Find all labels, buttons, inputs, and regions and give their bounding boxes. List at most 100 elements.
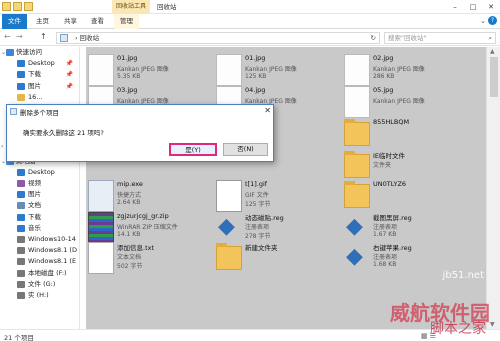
dialog-close-button[interactable]: ✕ — [264, 106, 271, 115]
file-thumbnail — [88, 54, 114, 86]
forward-button[interactable]: → — [16, 32, 23, 41]
search-placeholder: 搜索"回收站" — [388, 34, 427, 42]
recycle-bin-tools-tab[interactable]: 回收站工具 — [112, 0, 150, 14]
nav-item[interactable]: 图片 — [0, 189, 79, 200]
file-name: 右键苹果.reg — [373, 244, 412, 252]
minimize-button[interactable]: – — [446, 0, 464, 14]
drive-icon — [17, 258, 25, 266]
file-item[interactable]: 新建文件夹 — [214, 240, 339, 276]
file-name: UN0TLYZ6 — [373, 180, 407, 188]
nav-item[interactable]: 音乐 — [0, 223, 79, 234]
tab-share[interactable]: 共享 — [58, 14, 83, 29]
nav-item[interactable]: 文件 (G:) — [0, 279, 79, 290]
nav-item[interactable]: 图片 📌 — [0, 81, 79, 92]
file-size: 125 字节 — [245, 201, 271, 208]
desktop-icon — [17, 168, 25, 176]
file-item[interactable]: 02.jpg Kankan JPEG 图像 286 KB — [342, 52, 467, 88]
scroll-down-icon[interactable]: ▼ — [490, 321, 495, 328]
scroll-thumb[interactable] — [490, 57, 498, 97]
file-name: 03.jpg — [117, 86, 138, 94]
nav-item[interactable]: 实 (H:) — [0, 290, 79, 301]
pin-icon: 📌 — [65, 71, 73, 79]
nav-item[interactable]: ⌄ 快速访问 — [0, 47, 79, 58]
qat-dropdown-icon[interactable] — [24, 2, 33, 11]
help-icon[interactable]: ? — [488, 16, 497, 25]
tab-view[interactable]: 查看 — [85, 14, 110, 29]
no-button[interactable]: 否(N) — [223, 143, 268, 156]
nav-item[interactable]: Windows8.1 (E — [0, 256, 79, 267]
file-type: Kankan JPEG 图像 — [245, 66, 297, 73]
refresh-icon[interactable]: ↻ — [371, 33, 376, 44]
star-icon — [6, 49, 14, 56]
folder-icon — [344, 151, 370, 178]
download-icon — [17, 213, 25, 221]
nav-item[interactable]: 本地磁盘 (F:) — [0, 268, 79, 279]
nav-item-label: Windows8.1 (D — [28, 246, 77, 255]
file-name: 04.jpg — [245, 86, 266, 94]
yes-button[interactable]: 是(Y) — [169, 143, 217, 156]
up-button[interactable]: ↑ — [40, 32, 47, 41]
nav-item[interactable]: 视频 — [0, 178, 79, 189]
vertical-scrollbar[interactable]: ▲ ▼ — [486, 47, 500, 329]
file-size: 1.68 KB — [373, 261, 397, 268]
file-item[interactable]: 05.jpg Kankan JPEG 图像 — [342, 84, 467, 120]
file-name: 855HLBQM — [373, 118, 410, 126]
tab-file[interactable]: 文件 — [2, 14, 27, 29]
pictures-icon — [17, 82, 25, 90]
nav-item[interactable]: 下载 — [0, 212, 79, 223]
window-title: 回收站 — [157, 3, 177, 11]
file-thumbnail — [344, 86, 370, 118]
nav-item[interactable]: 下载 📌 — [0, 69, 79, 80]
pin-icon: 📌 — [65, 60, 73, 68]
nav-item[interactable]: Desktop — [0, 167, 79, 178]
video-icon — [17, 180, 25, 188]
drive-icon — [17, 269, 25, 277]
nav-item-label: 实 (H:) — [28, 290, 49, 299]
nav-item-label: 音乐 — [28, 223, 41, 232]
drive-icon — [17, 236, 25, 243]
file-item[interactable]: 855HLBQM — [342, 116, 467, 152]
tab-home[interactable]: 主页 — [30, 14, 55, 29]
folder-icon — [344, 181, 370, 208]
back-button[interactable]: ← — [4, 32, 11, 41]
nav-item[interactable]: Windows8.1 (D — [0, 245, 79, 256]
file-item[interactable]: 添加信息.txt 文本文档 502 字节 — [86, 240, 211, 276]
close-button[interactable]: ✕ — [482, 0, 500, 14]
file-item[interactable]: 01.jpg Kankan JPEG 图像 5.35 KB — [86, 52, 211, 88]
file-type: Kankan JPEG 图像 — [373, 98, 425, 105]
file-type: 快捷方式 — [117, 192, 142, 199]
file-size: 125 KB — [245, 73, 267, 80]
file-item[interactable]: t[1].gif GIF 文件 125 字节 — [214, 178, 339, 214]
properties-icon[interactable] — [2, 2, 11, 11]
nav-item[interactable]: 16… — [0, 92, 79, 103]
file-item[interactable]: UN0TLYZ6 — [342, 178, 467, 214]
nav-item[interactable]: 文档 — [0, 200, 79, 211]
file-type: WinRAR ZIP 压缩文件 — [117, 224, 178, 231]
maximize-button[interactable]: □ — [464, 0, 482, 14]
recycle-bin-icon — [10, 108, 17, 115]
drive-icon — [17, 247, 25, 255]
file-size: 286 KB — [373, 73, 395, 80]
file-item[interactable]: mip.exe 快捷方式 2.64 KB — [86, 178, 211, 214]
breadcrumb[interactable]: › 回收站 — [75, 34, 99, 42]
search-icon[interactable]: ⌕ — [488, 33, 492, 44]
folder-icon — [344, 119, 370, 146]
scroll-up-icon[interactable]: ▲ — [490, 48, 495, 55]
file-type: Kankan JPEG 图像 — [117, 66, 169, 73]
item-count: 21 个项目 — [4, 334, 34, 341]
drive-icon — [17, 280, 25, 288]
nav-item[interactable]: Windows10-14 — [0, 234, 79, 245]
address-field[interactable]: › 回收站 ↻ — [56, 32, 380, 44]
nav-item-label: 快速访问 — [16, 48, 42, 56]
download-icon — [17, 71, 25, 79]
expand-arrow-icon[interactable]: › — [1, 141, 3, 152]
tab-manage[interactable]: 管理 — [114, 14, 139, 29]
ribbon-expand-icon[interactable]: ⌄ — [480, 17, 486, 25]
watermark-url: jb51.net — [442, 270, 484, 281]
file-item[interactable]: 01.jpg Kankan JPEG 图像 125 KB — [214, 52, 339, 88]
file-type: GIF 文件 — [245, 192, 269, 199]
new-folder-icon[interactable] — [13, 2, 22, 11]
search-input[interactable]: 搜索"回收站" ⌕ — [384, 32, 496, 44]
drive-icon — [17, 291, 25, 299]
nav-item[interactable]: Desktop 📌 — [0, 58, 79, 69]
